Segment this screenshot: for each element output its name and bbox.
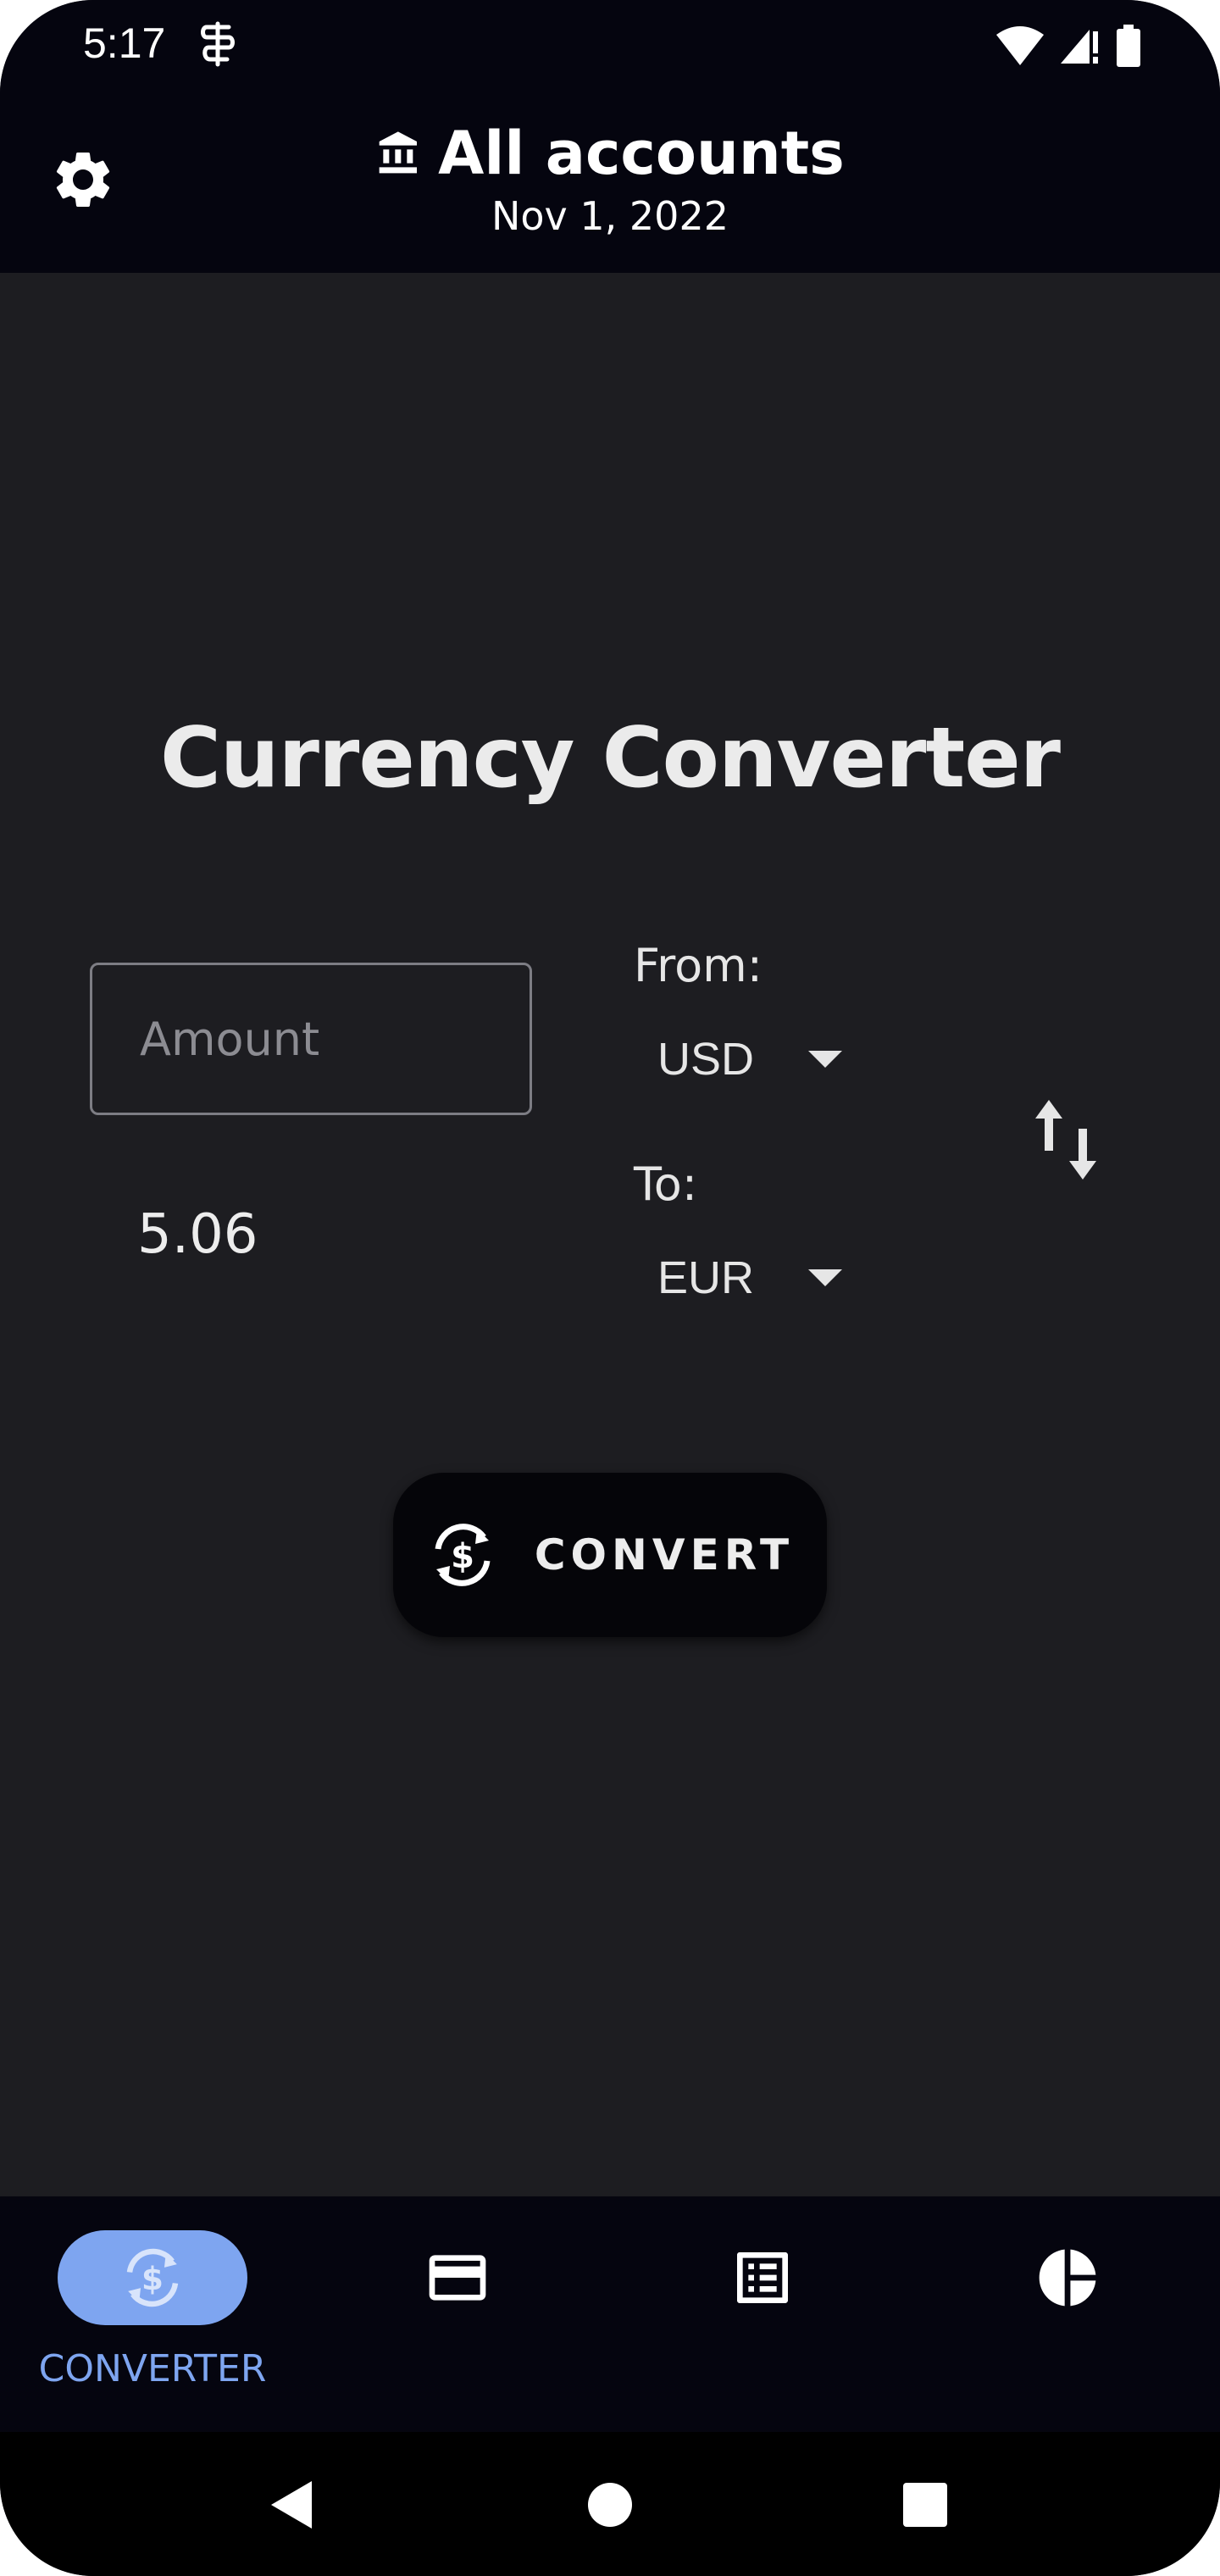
nav-item-converter[interactable]: $ CONVERTER bbox=[0, 2196, 305, 2432]
swap-currencies-icon[interactable] bbox=[1023, 1093, 1108, 1186]
from-label: From: bbox=[634, 939, 762, 992]
svg-text:$: $ bbox=[141, 2260, 164, 2297]
battery-icon bbox=[1117, 25, 1140, 67]
page-title: All accounts bbox=[0, 119, 1220, 188]
to-currency-value: EUR bbox=[657, 1252, 755, 1303]
home-icon[interactable] bbox=[576, 2471, 644, 2539]
amount-input[interactable] bbox=[90, 963, 532, 1115]
from-currency-dropdown[interactable]: USD bbox=[644, 1017, 898, 1102]
header-date: Nov 1, 2022 bbox=[491, 193, 729, 239]
system-navigation-bar bbox=[0, 2432, 1220, 2576]
list-icon bbox=[737, 2252, 788, 2303]
converter-title: Currency Converter bbox=[159, 710, 1061, 807]
bottom-navigation: $ CONVERTER bbox=[0, 2196, 1220, 2432]
from-currency-value: USD bbox=[657, 1034, 755, 1085]
status-icons bbox=[996, 22, 1142, 69]
dropdown-arrow-icon bbox=[808, 1051, 842, 1068]
recents-icon[interactable] bbox=[891, 2471, 959, 2539]
nav-item-statistics[interactable] bbox=[915, 2196, 1220, 2432]
nav-item-cards[interactable] bbox=[305, 2196, 610, 2432]
bank-icon bbox=[379, 131, 418, 174]
convert-button[interactable]: $ CONVERT bbox=[393, 1473, 827, 1637]
nav-item-list[interactable] bbox=[610, 2196, 915, 2432]
dropdown-arrow-icon bbox=[808, 1269, 842, 1286]
currency-exchange-icon: $ bbox=[435, 1524, 491, 1586]
pie-chart-icon bbox=[1039, 2249, 1096, 2307]
notification-app-icon bbox=[201, 21, 235, 67]
to-label: To: bbox=[634, 1158, 698, 1211]
header-title: All accounts bbox=[438, 119, 845, 188]
wifi-icon bbox=[996, 26, 1044, 65]
phone-screen: 5:17 All accounts Nov 1, 2022 Currency C… bbox=[0, 0, 1220, 2576]
nav-label-converter: CONVERTER bbox=[38, 2347, 267, 2390]
currency-exchange-icon: $ bbox=[126, 2248, 179, 2307]
signal-icon bbox=[1061, 30, 1098, 64]
to-currency-dropdown[interactable]: EUR bbox=[644, 1235, 898, 1320]
app-header: 5:17 All accounts Nov 1, 2022 bbox=[0, 0, 1220, 273]
credit-card-icon bbox=[429, 2255, 486, 2301]
svg-text:$: $ bbox=[451, 1537, 474, 1576]
convert-button-label: CONVERT bbox=[534, 1530, 795, 1579]
nav-active-indicator: $ bbox=[58, 2230, 247, 2325]
back-icon[interactable] bbox=[258, 2471, 325, 2539]
status-time: 5:17 bbox=[83, 19, 166, 67]
conversion-result: 5.06 bbox=[137, 1203, 258, 1266]
